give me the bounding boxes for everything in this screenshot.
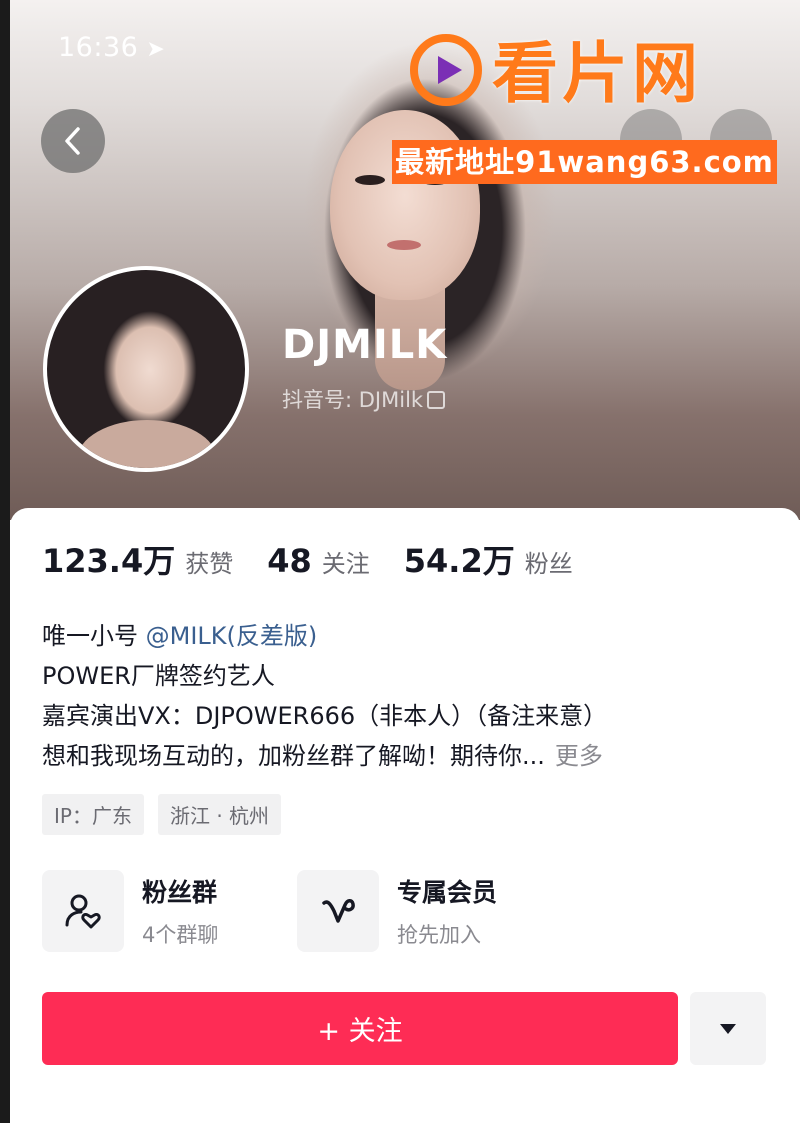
username: DJMILK <box>282 322 448 368</box>
profile-info-sheet: 123.4万 获赞 48 关注 54.2万 粉丝 唯一小号 @MILK(反差版)… <box>10 508 800 1123</box>
stat-value: 54.2万 <box>403 542 515 580</box>
bio: 唯一小号 @MILK(反差版) POWER厂牌签约艺人 嘉宾演出VX：DJPOW… <box>42 616 782 776</box>
fan-group-title: 粉丝群 <box>142 878 218 907</box>
avatar[interactable] <box>43 266 249 472</box>
header-photo-eye <box>355 175 385 185</box>
chevron-left-icon <box>65 127 80 155</box>
fan-group-entry[interactable]: 粉丝群 4个群聊 <box>42 870 218 952</box>
location-arrow-icon: ➤ <box>146 37 166 62</box>
stat-value: 123.4万 <box>42 542 176 580</box>
stat-following[interactable]: 48 关注 <box>267 542 370 580</box>
douyin-id-text: 抖音号: DJMilk <box>282 388 424 412</box>
location-tag: 浙江 · 杭州 <box>157 794 282 835</box>
stat-label: 获赞 <box>185 550 234 578</box>
bio-line: 想和我现场互动的，加粉丝群了解呦！期待你... 更多 <box>42 736 782 776</box>
membership-text: 专属会员 抢先加入 <box>397 873 497 949</box>
ip-tag: IP：广东 <box>42 794 144 835</box>
membership-icon-box <box>297 870 379 952</box>
stats-row: 123.4万 获赞 48 关注 54.2万 粉丝 <box>42 536 607 582</box>
fan-group-subtitle: 4个群聊 <box>142 923 219 947</box>
stat-followers[interactable]: 54.2万 粉丝 <box>404 536 573 582</box>
copy-icon[interactable] <box>427 391 446 409</box>
stat-likes: 123.4万 获赞 <box>42 536 233 582</box>
watermark-brand: 看片网 <box>492 35 702 112</box>
bio-line: 唯一小号 @MILK(反差版) <box>42 616 782 656</box>
follow-button[interactable]: + 关注 <box>42 992 678 1065</box>
location-tags: IP：广东 浙江 · 杭州 <box>42 794 295 835</box>
bio-more-link[interactable]: 更多 <box>555 742 603 770</box>
stat-value: 48 <box>267 542 312 580</box>
header-photo-lips <box>387 240 421 250</box>
membership-v-icon <box>322 899 355 923</box>
header-photo-face <box>330 110 480 300</box>
bio-line: 嘉宾演出VX：DJPOWER666（非本人）（备注来意） <box>42 702 608 730</box>
status-bar-time: 16:36 ➤ <box>58 32 165 63</box>
membership-subtitle: 抢先加入 <box>397 923 481 947</box>
play-logo-icon <box>410 34 482 106</box>
douyin-id[interactable]: 抖音号: DJMilk <box>282 384 446 414</box>
back-button[interactable] <box>41 109 105 173</box>
stat-label: 粉丝 <box>524 550 573 578</box>
watermark-url: 最新地址91wang63.com <box>392 140 777 184</box>
profile-header-photo: 16:36 ➤ 看片网 最新地址91wang63.com DJMILK 抖音号: … <box>10 0 800 520</box>
bio-text: 想和我现场互动的，加粉丝群了解呦！期待你... <box>42 742 545 770</box>
stat-label: 关注 <box>321 550 370 578</box>
membership-entry[interactable]: 专属会员 抢先加入 <box>297 870 497 952</box>
profile-screen: 16:36 ➤ 看片网 最新地址91wang63.com DJMILK 抖音号: … <box>10 0 800 1123</box>
recommend-dropdown-button[interactable] <box>690 992 766 1065</box>
avatar-shoulders <box>77 420 217 468</box>
fan-group-text: 粉丝群 4个群聊 <box>142 873 218 949</box>
fan-group-icon <box>65 894 101 929</box>
caret-down-icon <box>720 1023 736 1034</box>
bio-text: 唯一小号 <box>42 622 146 650</box>
bio-mention-link[interactable]: @MILK(反差版) <box>146 622 318 650</box>
membership-title: 专属会员 <box>397 878 498 907</box>
status-time-text: 16:36 <box>58 32 139 63</box>
bio-line: POWER厂牌签约艺人 <box>42 662 275 690</box>
fan-group-icon-box <box>42 870 124 952</box>
